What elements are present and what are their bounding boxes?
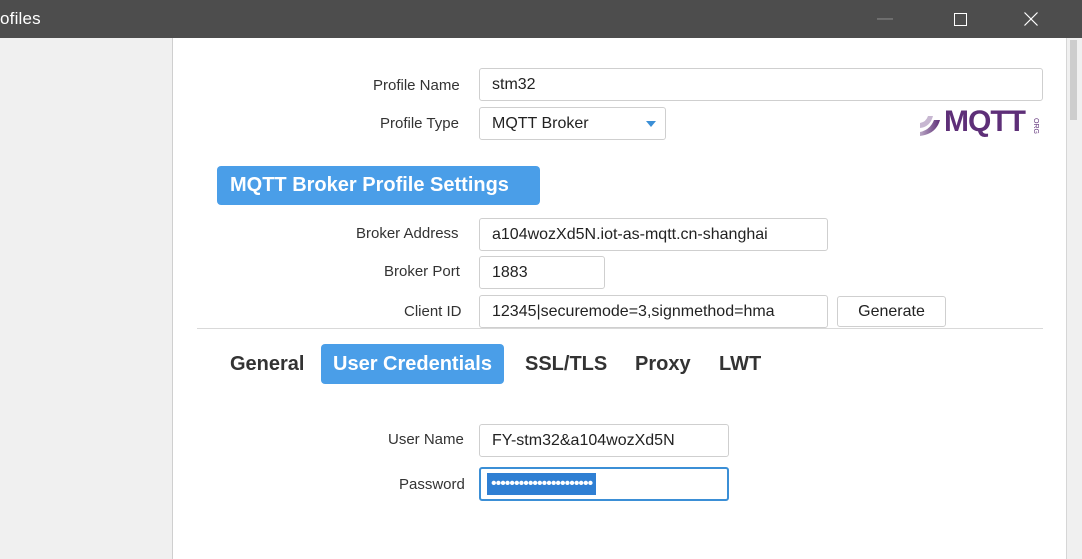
title-bar: ofiles — [0, 0, 1082, 38]
broker-address-label: Broker Address [356, 225, 459, 242]
maximize-button[interactable] [937, 0, 983, 38]
close-icon [1024, 12, 1038, 26]
tab-lwt[interactable]: LWT [719, 344, 761, 384]
tab-user-credentials[interactable]: User Credentials [321, 344, 504, 384]
profile-list-sidebar[interactable] [0, 38, 173, 559]
broker-port-input[interactable]: 1883 [479, 256, 605, 289]
broker-port-label: Broker Port [384, 263, 460, 280]
generate-button[interactable]: Generate [837, 296, 946, 327]
maximize-icon [953, 12, 967, 26]
client-id-input[interactable]: 12345|securemode=3,signmethod=hma [479, 295, 828, 328]
mqtt-broker-settings-header[interactable]: MQTT Broker Profile Settings [217, 166, 540, 205]
divider [197, 328, 1043, 329]
mqtt-logo-org-text: ORG [1032, 118, 1039, 134]
profile-type-value: MQTT Broker [492, 115, 589, 132]
password-input[interactable]: •••••••••••••••••••••• [479, 467, 729, 501]
tab-general[interactable]: General [230, 344, 304, 384]
chevron-down-icon [646, 121, 656, 127]
username-label: User Name [388, 431, 464, 448]
mqtt-logo: MQTT ORG [918, 105, 1044, 138]
mqtt-logo-text: MQTT [944, 105, 1026, 138]
username-input[interactable]: FY-stm32&a104wozXd5N [479, 424, 729, 457]
scrollbar-thumb[interactable] [1070, 40, 1077, 120]
minimize-button[interactable]: — [862, 0, 908, 38]
broker-address-input[interactable]: a104wozXd5N.iot-as-mqtt.cn-shanghai [479, 218, 828, 251]
tab-ssl-tls[interactable]: SSL/TLS [525, 344, 607, 384]
profile-type-select[interactable]: MQTT Broker [479, 107, 666, 140]
client-id-label: Client ID [404, 303, 462, 320]
close-button[interactable] [1008, 0, 1054, 38]
password-label: Password [399, 476, 465, 493]
tab-proxy[interactable]: Proxy [635, 344, 691, 384]
minimize-icon: — [877, 10, 893, 27]
profile-type-label: Profile Type [380, 115, 459, 132]
profile-name-input[interactable]: stm32 [479, 68, 1043, 101]
password-masked-value: •••••••••••••••••••••• [487, 473, 597, 495]
window-title: ofiles [0, 9, 41, 28]
profile-name-label: Profile Name [373, 77, 460, 94]
